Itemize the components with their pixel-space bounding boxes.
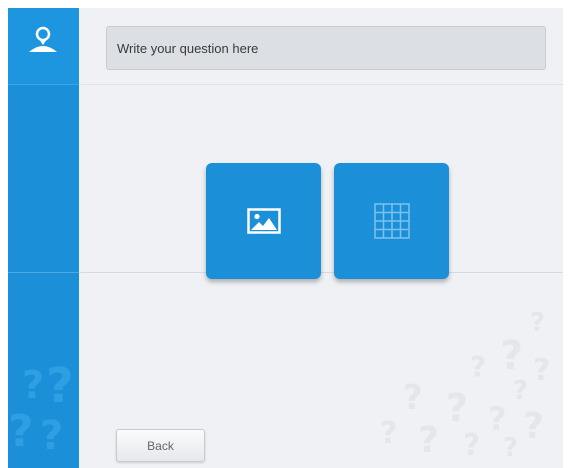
- sidebar-divider: [8, 272, 79, 273]
- decorative-question-mark: ?: [503, 433, 519, 463]
- header-divider: [79, 84, 563, 85]
- decorative-question-mark: ?: [8, 406, 34, 457]
- image-icon: [246, 208, 281, 234]
- decorative-question-mark: ?: [22, 363, 45, 407]
- decorative-question-mark: ?: [470, 350, 487, 383]
- decorative-question-mark: ?: [380, 416, 398, 451]
- grid-icon: [373, 203, 410, 239]
- app-window: ? ? ? ? ? ? ? ? ? ? ? ? ? ? ? ? ? Back: [8, 8, 563, 468]
- decorative-question-mark: ?: [418, 420, 439, 461]
- content-divider: [79, 272, 563, 273]
- decorative-question-mark: ?: [513, 376, 529, 406]
- sidebar-header: [8, 8, 79, 85]
- decorative-question-mark: ?: [523, 406, 544, 447]
- decorative-question-mark: ?: [446, 386, 469, 430]
- map-pin-person-icon: [29, 26, 57, 52]
- decorative-question-mark: ?: [533, 353, 551, 388]
- sidebar: ? ? ? ?: [8, 8, 79, 468]
- insert-grid-tile[interactable]: [334, 163, 449, 279]
- back-button[interactable]: Back: [116, 429, 205, 462]
- decorative-question-mark: ?: [46, 358, 74, 414]
- decorative-question-mark: ?: [530, 308, 546, 338]
- decorative-question-mark: ?: [500, 333, 524, 379]
- decorative-question-mark: ?: [463, 428, 481, 463]
- question-input[interactable]: [106, 26, 546, 70]
- decorative-question-mark: ?: [403, 378, 423, 418]
- decorative-question-mark: ?: [40, 413, 64, 459]
- insert-image-tile[interactable]: [206, 163, 321, 279]
